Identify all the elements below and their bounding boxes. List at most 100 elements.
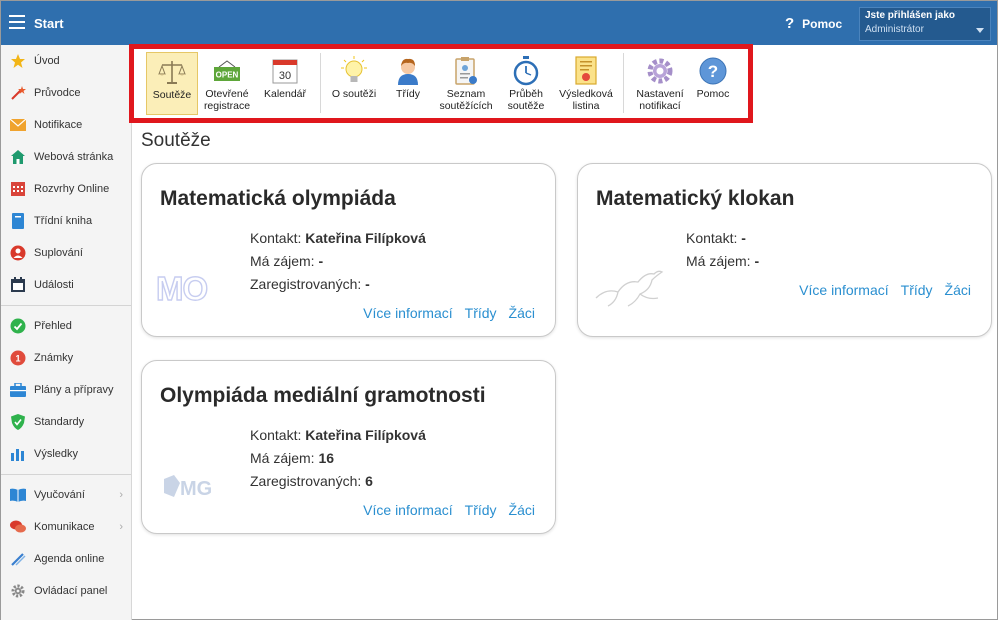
- house-icon: [9, 149, 26, 166]
- sidebar-divider: [1, 474, 131, 475]
- module-toolbar: Soutěže OPEN Otevřené registrace 30 Kale…: [129, 44, 753, 123]
- card-title: Matematický klokan: [596, 187, 795, 210]
- sidebar-item-udalosti[interactable]: Události: [1, 269, 131, 301]
- toolbar-kalendar-button[interactable]: 30 Kalendář: [256, 52, 314, 115]
- toolbar-label: Seznam soutěžících: [439, 88, 493, 112]
- sidebar-item-label: Notifikace: [34, 119, 83, 131]
- svg-text:MG: MG: [180, 478, 212, 500]
- classes-link[interactable]: Třídy: [901, 282, 933, 298]
- sidebar-item-standardy[interactable]: Standardy: [1, 406, 131, 438]
- sidebar-item-agenda-online[interactable]: Agenda online: [1, 543, 131, 575]
- toolbar-nastaveni-notifikaci-button[interactable]: Nastavení notifikací: [630, 52, 690, 115]
- toolbar-pomoc-button[interactable]: ? Pomoc: [690, 52, 736, 115]
- toolbar-o-soutezi-button[interactable]: O soutěži: [327, 52, 381, 115]
- interest-value: 16: [318, 450, 335, 466]
- sidebar-item-rozvrhy-online[interactable]: Rozvrhy Online: [1, 173, 131, 205]
- top-bar: Start ? Pomoc Jste přihlášen jako Admini…: [1, 1, 997, 45]
- person-icon: [9, 245, 26, 262]
- more-info-link[interactable]: Více informací: [799, 282, 888, 298]
- toolbar-label: Průběh soutěže: [507, 88, 545, 112]
- toolbar-label: Třídy: [396, 88, 420, 100]
- registered-label: Zaregistrovaných:: [250, 276, 366, 292]
- toolbar-label: Soutěže: [152, 89, 192, 101]
- more-info-link[interactable]: Více informací: [363, 305, 452, 321]
- sidebar-item-vyucovani[interactable]: Vyučování ›: [1, 479, 131, 511]
- open-book-icon: [9, 487, 26, 504]
- svg-text:MO: MO: [156, 270, 207, 307]
- sidebar: Úvod Průvodce Notifikace Webová stránka …: [1, 45, 132, 620]
- toolbar-souteze-button[interactable]: Soutěže: [146, 52, 198, 115]
- sidebar-item-notifikace[interactable]: Notifikace: [1, 109, 131, 141]
- toolbar-seznam-soutezicich-button[interactable]: Seznam soutěžících: [435, 52, 497, 115]
- question-icon: ?: [785, 15, 795, 32]
- sidebar-item-label: Události: [34, 279, 74, 291]
- toolbar-tridy-button[interactable]: Třídy: [381, 52, 435, 115]
- contact-row: Kontakt: Kateřina Filípková: [250, 427, 426, 443]
- gear-icon: [645, 56, 675, 86]
- sidebar-item-label: Agenda online: [34, 553, 105, 565]
- registered-value: 6: [365, 473, 373, 489]
- user-role: Administrátor: [865, 24, 924, 35]
- help-button[interactable]: ? Pomoc: [785, 15, 842, 32]
- student-icon: [393, 56, 423, 86]
- sidebar-item-webova-stranka[interactable]: Webová stránka: [1, 141, 131, 173]
- card-links: Více informací Třídy Žáci: [363, 502, 535, 518]
- page-title: Soutěže: [141, 130, 211, 151]
- hamburger-menu-icon[interactable]: [9, 15, 25, 29]
- calendar-icon: 30: [270, 56, 300, 86]
- sidebar-item-label: Úvod: [34, 55, 60, 67]
- students-link[interactable]: Žáci: [945, 282, 971, 298]
- card-title: Matematická olympiáda: [160, 187, 396, 210]
- sidebar-item-vysledky[interactable]: Výsledky: [1, 438, 131, 470]
- classes-link[interactable]: Třídy: [465, 502, 497, 518]
- chevron-down-icon: [976, 28, 984, 33]
- book-icon: [9, 213, 26, 230]
- contact-row: Kontakt: Kateřina Filípková: [250, 230, 426, 246]
- scales-icon: [157, 57, 187, 87]
- toolbar-label: Pomoc: [696, 88, 730, 100]
- chevron-right-icon: ›: [119, 521, 123, 533]
- sidebar-item-pruvodce[interactable]: Průvodce: [1, 77, 131, 109]
- classes-link[interactable]: Třídy: [465, 305, 497, 321]
- user-dropdown[interactable]: Jste přihlášen jako Administrátor: [859, 7, 991, 41]
- sidebar-item-plany-a-pripravy[interactable]: Plány a přípravy: [1, 374, 131, 406]
- open-sign-icon: OPEN: [212, 56, 242, 86]
- registered-row: Zaregistrovaných: 6: [250, 473, 373, 489]
- toolbar-prubeh-souteze-button[interactable]: Průběh soutěže: [497, 52, 555, 115]
- more-info-link[interactable]: Více informací: [363, 502, 452, 518]
- students-link[interactable]: Žáci: [509, 502, 535, 518]
- students-link[interactable]: Žáci: [509, 305, 535, 321]
- sidebar-divider: [1, 305, 131, 306]
- sidebar-item-suplovani[interactable]: Suplování: [1, 237, 131, 269]
- gear-icon: [9, 583, 26, 600]
- sidebar-item-label: Známky: [34, 352, 74, 364]
- sidebar-item-ovladaci-panel[interactable]: Ovládací panel: [1, 575, 131, 607]
- competition-card: Matematický klokan Kontakt: - Má zájem: …: [577, 163, 992, 337]
- sidebar-item-label: Standardy: [34, 416, 85, 428]
- sidebar-item-label: Webová stránka: [34, 151, 114, 163]
- wand-icon: [9, 85, 26, 102]
- kangaroo-logo: [592, 264, 664, 315]
- sidebar-item-prehled[interactable]: Přehled: [1, 310, 131, 342]
- sidebar-item-tridni-kniha[interactable]: Třídní kniha: [1, 205, 131, 237]
- contact-label: Kontakt:: [250, 427, 306, 443]
- toolbar-otevrene-registrace-button[interactable]: OPEN Otevřené registrace: [198, 52, 256, 115]
- sidebar-item-label: Komunikace: [34, 521, 95, 533]
- contact-value: Kateřina Filípková: [305, 230, 426, 246]
- sidebar-item-uvod[interactable]: Úvod: [1, 45, 131, 77]
- clipboard-icon: [451, 56, 481, 86]
- sidebar-item-komunikace[interactable]: Komunikace ›: [1, 511, 131, 543]
- interest-value: -: [318, 253, 324, 269]
- sidebar-item-label: Vyučování: [34, 489, 85, 501]
- sidebar-item-label: Průvodce: [34, 87, 81, 99]
- logged-in-label: Jste přihlášen jako: [865, 10, 956, 21]
- interest-row: Má zájem: 16: [250, 450, 334, 466]
- card-links: Více informací Třídy Žáci: [799, 282, 971, 298]
- sidebar-item-znamky[interactable]: 1 Známky: [1, 342, 131, 374]
- briefcase-icon: [9, 382, 26, 399]
- toolbar-vysledkova-listina-button[interactable]: Výsledková listina: [555, 52, 617, 115]
- pen-icon: [9, 551, 26, 568]
- interest-label: Má zájem:: [250, 450, 319, 466]
- help-label: Pomoc: [802, 16, 843, 31]
- app-title[interactable]: Start: [34, 16, 64, 31]
